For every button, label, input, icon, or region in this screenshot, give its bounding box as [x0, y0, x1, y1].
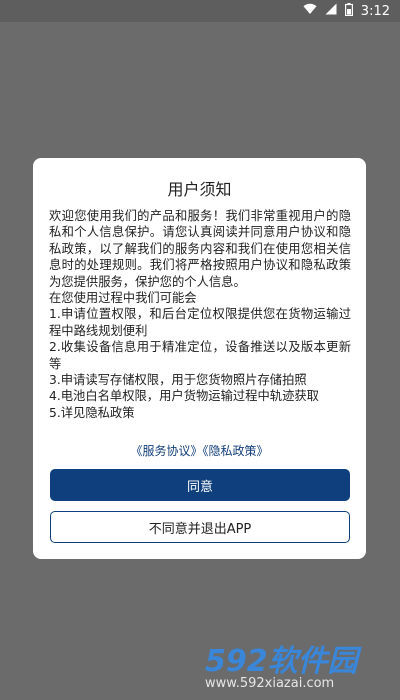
policy-links: 《服务协议》《隐私政策》 — [33, 442, 366, 459]
status-bar: 3:12 — [0, 0, 400, 22]
dialog-body[interactable]: 欢迎您使用我们的产品和服务！我们非常重视用户的隐私和个人信息保护。请您认真阅读并… — [49, 208, 351, 421]
permission-item: 5.详见隐私政策 — [49, 405, 135, 420]
user-notice-dialog: 用户须知 欢迎您使用我们的产品和服务！我们非常重视用户的隐私和个人信息保护。请您… — [33, 158, 366, 559]
permission-item: 3.申请读写存储权限，用于您货物照片存储拍照 — [49, 373, 307, 388]
permission-item: 1.申请位置权限，和后台定位权限提供您在货物运输过程中路线规划便利 — [49, 307, 351, 338]
dialog-title: 用户须知 — [167, 180, 232, 199]
wifi-icon — [303, 3, 317, 19]
watermark-logo: 592软件园 — [205, 644, 358, 679]
status-time: 3:12 — [360, 3, 390, 19]
disagree-exit-button[interactable]: 不同意并退出APP — [50, 511, 350, 543]
service-agreement-link[interactable]: 《服务协议》 — [130, 444, 202, 458]
usage-intro-text: 在您使用过程中我们可能会 — [49, 291, 197, 306]
battery-icon — [344, 2, 353, 20]
permission-item: 2.收集设备信息用于精准定位，设备推送以及版本更新等 — [49, 340, 351, 371]
privacy-policy-link[interactable]: 《隐私政策》 — [203, 444, 269, 458]
watermark-url: www.592xiazai.com — [205, 676, 335, 691]
watermark: 592软件园 www.592xiazai.com — [205, 636, 395, 696]
permission-item: 4.电池白名单权限，用户货物运输过程中轨迹获取 — [49, 389, 319, 404]
intro-text: 欢迎您使用我们的产品和服务！我们非常重视用户的隐私和个人信息保护。请您认真阅读并… — [49, 209, 351, 289]
agree-button[interactable]: 同意 — [50, 469, 350, 501]
signal-icon — [325, 3, 337, 19]
